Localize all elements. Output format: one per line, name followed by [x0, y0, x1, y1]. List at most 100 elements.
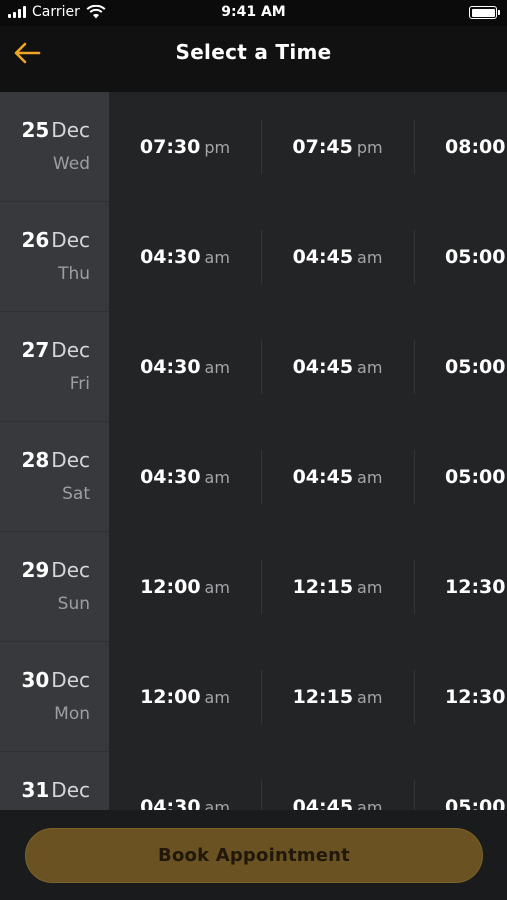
- time-slot-period: pm: [356, 138, 383, 157]
- time-slot-time: 12:15: [292, 686, 354, 708]
- time-slot[interactable]: 05:00: [414, 202, 507, 312]
- slot-divider: [414, 120, 415, 174]
- time-slot-group: 04:30 am 04:45 am 05:00: [109, 312, 507, 422]
- date-month: Dec: [51, 668, 90, 692]
- time-slot[interactable]: 04:30 am: [109, 202, 261, 312]
- date-cell: 29 Dec Sun: [0, 532, 109, 642]
- time-slot-text: 05:00: [445, 246, 507, 268]
- time-slot[interactable]: 12:00 am: [109, 532, 261, 642]
- time-slot-time: 04:30: [140, 246, 201, 268]
- time-slot-period: am: [204, 578, 230, 597]
- date-cell: 26 Dec Thu: [0, 202, 109, 312]
- date-month: Dec: [51, 448, 90, 472]
- date-cell: 28 Dec Sat: [0, 422, 109, 532]
- date-cell: 31 Dec: [0, 752, 109, 810]
- time-slot-time: 04:30: [140, 796, 201, 810]
- time-slot-schedule[interactable]: 25 Dec Wed 07:30 pm 07:45 pm 08:00 26 Dec Thu 04:30…: [0, 92, 507, 810]
- time-slot[interactable]: 04:30 am: [109, 752, 261, 810]
- time-slot-time: 05:00: [445, 246, 506, 268]
- time-slot-text: 12:15 am: [293, 576, 383, 598]
- day-row: 30 Dec Mon 12:00 am 12:15 am 12:30: [0, 642, 507, 752]
- date-month: Dec: [51, 228, 90, 252]
- slot-divider: [414, 230, 415, 284]
- slot-divider: [414, 560, 415, 614]
- time-slot-group: 07:30 pm 07:45 pm 08:00: [109, 92, 507, 202]
- time-slot[interactable]: 04:45 am: [261, 422, 414, 532]
- day-row: 25 Dec Wed 07:30 pm 07:45 pm 08:00: [0, 92, 507, 202]
- time-slot[interactable]: 12:15 am: [261, 532, 414, 642]
- time-slot[interactable]: 12:15 am: [261, 642, 414, 752]
- time-slot[interactable]: 07:30 pm: [109, 92, 261, 202]
- slot-divider: [414, 780, 415, 810]
- slot-divider: [414, 670, 415, 724]
- battery-icon: [469, 6, 500, 19]
- slot-divider: [261, 230, 262, 284]
- time-slot-text: 04:45 am: [293, 796, 383, 810]
- date-month: Dec: [51, 118, 90, 142]
- time-slot[interactable]: 05:00: [414, 752, 507, 810]
- date-month: Dec: [51, 338, 90, 362]
- time-slot[interactable]: 12:30: [414, 642, 507, 752]
- time-slot[interactable]: 04:45 am: [261, 312, 414, 422]
- time-slot-time: 05:00: [445, 466, 506, 488]
- time-slot-period: am: [357, 358, 383, 377]
- time-slot[interactable]: 04:30 am: [109, 312, 261, 422]
- time-slot-time: 04:45: [292, 356, 354, 378]
- time-slot-text: 07:30 pm: [140, 136, 230, 158]
- time-slot-time: 04:45: [292, 466, 354, 488]
- footer: Book Appointment: [0, 810, 507, 900]
- date-day: 28: [21, 448, 50, 472]
- time-slot-time: 05:00: [445, 356, 506, 378]
- slot-divider: [414, 340, 415, 394]
- time-slot-text: 12:00 am: [140, 686, 230, 708]
- time-slot-group: 04:30 am 04:45 am 05:00: [109, 752, 507, 810]
- time-slot[interactable]: 04:30 am: [109, 422, 261, 532]
- day-row: 29 Dec Sun 12:00 am 12:15 am 12:30: [0, 532, 507, 642]
- date-day: 29: [21, 558, 50, 582]
- time-slot-period: am: [204, 248, 230, 267]
- time-slot-time: 12:00: [140, 576, 201, 598]
- time-slot-time: 12:30: [445, 686, 506, 708]
- time-slot-period: am: [357, 798, 383, 810]
- time-slot-text: 05:00: [445, 356, 507, 378]
- slot-divider: [414, 450, 415, 504]
- time-slot[interactable]: 04:45 am: [261, 202, 414, 312]
- date-day: 25: [21, 118, 50, 142]
- book-appointment-button[interactable]: Book Appointment: [25, 828, 483, 883]
- time-slot-period: am: [204, 688, 230, 707]
- time-slot-period: pm: [204, 138, 231, 157]
- time-slot[interactable]: 12:00 am: [109, 642, 261, 752]
- date-cell: 25 Dec Wed: [0, 92, 109, 202]
- time-slot-text: 04:45 am: [293, 356, 383, 378]
- date-weekday: Sun: [57, 594, 90, 614]
- time-slot[interactable]: 05:00: [414, 312, 507, 422]
- date-weekday: Mon: [54, 704, 90, 724]
- date-label: 26 Dec: [21, 228, 90, 252]
- time-slot-period: am: [357, 688, 383, 707]
- time-slot-group: 12:00 am 12:15 am 12:30: [109, 642, 507, 752]
- book-appointment-label: Book Appointment: [158, 845, 350, 866]
- slot-divider: [261, 120, 262, 174]
- date-label: 31 Dec: [21, 778, 90, 802]
- date-label: 27 Dec: [21, 338, 90, 362]
- time-slot[interactable]: 04:45 am: [261, 752, 414, 810]
- time-slot-time: 04:30: [140, 466, 201, 488]
- time-slot[interactable]: 12:30: [414, 532, 507, 642]
- time-slot[interactable]: 08:00: [414, 92, 507, 202]
- status-bar: Carrier 9:41 AM: [0, 0, 507, 26]
- date-day: 31: [21, 778, 50, 802]
- time-slot-group: 12:00 am 12:15 am 12:30: [109, 532, 507, 642]
- date-label: 28 Dec: [21, 448, 90, 472]
- date-weekday: Wed: [52, 154, 90, 174]
- time-slot-text: 12:30: [445, 576, 507, 598]
- time-slot-text: 12:30: [445, 686, 507, 708]
- time-slot-time: 04:45: [292, 246, 354, 268]
- time-slot-period: am: [204, 468, 230, 487]
- date-weekday: Thu: [58, 264, 90, 284]
- time-slot[interactable]: 07:45 pm: [261, 92, 414, 202]
- date-label: 30 Dec: [21, 668, 90, 692]
- time-slot[interactable]: 05:00: [414, 422, 507, 532]
- time-slot-text: 04:30 am: [140, 246, 230, 268]
- time-slot-text: 05:00: [445, 466, 507, 488]
- time-slot-time: 07:30: [139, 136, 201, 158]
